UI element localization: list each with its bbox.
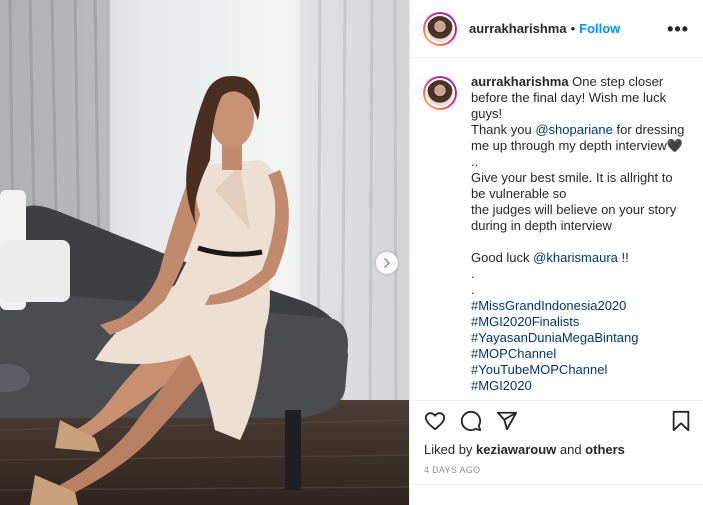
divider (410, 484, 703, 485)
more-options-icon[interactable]: ••• (667, 20, 689, 38)
hashtag-link[interactable]: #YayasanDuniaMegaBintang (471, 330, 638, 345)
chevron-right-icon (384, 258, 391, 268)
follow-button[interactable]: Follow (579, 21, 620, 36)
caption-username[interactable]: aurrakharishma (471, 74, 569, 89)
caption-text: aurrakharishma One step closer before th… (471, 74, 689, 399)
heart-icon (424, 411, 446, 430)
hashtag-link[interactable]: #MissGrandIndonesia2020 (471, 298, 626, 313)
like-button[interactable] (423, 409, 447, 433)
share-icon (496, 411, 518, 430)
comment-button[interactable] (459, 409, 483, 433)
save-button[interactable] (669, 409, 693, 433)
mention-link[interactable]: @shopariane (535, 122, 613, 137)
avatar[interactable] (423, 11, 457, 46)
likes-others-link[interactable]: others (585, 442, 625, 457)
likes-summary: Liked by keziawarouw and others (424, 442, 625, 457)
post-header: aurrakharishma • Follow ••• (410, 0, 703, 58)
post-timestamp[interactable]: 4 DAYS AGO (424, 465, 480, 475)
next-photo-button[interactable] (376, 252, 398, 274)
header-username[interactable]: aurrakharishma (469, 21, 567, 36)
caption-avatar[interactable] (423, 76, 457, 110)
bookmark-icon (672, 410, 690, 431)
photo-illustration (0, 0, 409, 505)
mention-link[interactable]: @kharismaura (533, 250, 618, 265)
liked-by-user[interactable]: keziawarouw (476, 442, 556, 457)
share-button[interactable] (495, 409, 519, 433)
hashtag-link[interactable]: #MGI2020Finalists (471, 314, 579, 329)
hashtag-link[interactable]: #MGI2020 (471, 378, 532, 393)
likes-middle: and (556, 442, 586, 457)
separator-dot: • (570, 21, 576, 36)
post-photo[interactable] (0, 0, 409, 505)
action-bar (410, 400, 703, 440)
hashtag-link[interactable]: #MOPChannel (471, 346, 556, 361)
caption-line2: for dressing me up through my depth inte… (471, 122, 685, 265)
likes-prefix: Liked by (424, 442, 477, 457)
caption-area: aurrakharishma One step closer before th… (410, 59, 703, 399)
hashtag-link[interactable]: #YouTubeMOPChannel (471, 362, 607, 377)
post-side-panel: aurrakharishma • Follow ••• aurrakharish… (409, 0, 703, 505)
comment-icon (460, 410, 482, 431)
